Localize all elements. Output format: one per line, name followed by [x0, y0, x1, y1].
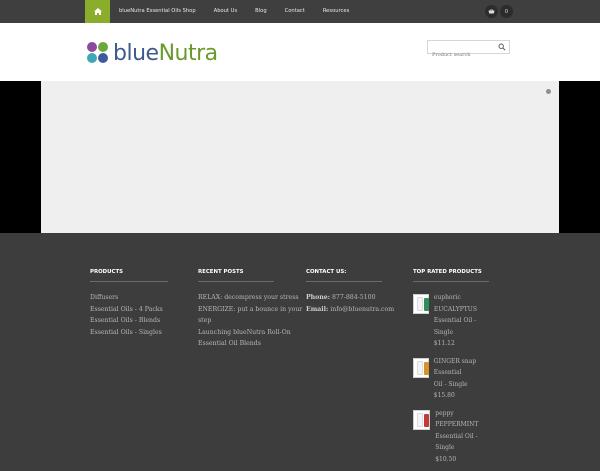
- nav-item-resources[interactable]: Resources: [314, 0, 359, 23]
- footer-top-rated-title: TOP RATED PRODUCTS: [413, 269, 489, 282]
- product-search[interactable]: [427, 40, 510, 61]
- bluenutra-logo[interactable]: blueNutra: [87, 40, 218, 66]
- top-rated-product[interactable]: peppy PEPPERMINT Essential Oil - Single …: [413, 408, 489, 466]
- product-name[interactable]: peppy PEPPERMINT: [435, 408, 489, 431]
- logo-mark-icon: [87, 41, 110, 65]
- contact-phone: Phone: 877-884-5100: [306, 294, 376, 301]
- footer-product-link[interactable]: Diffusers: [90, 292, 168, 304]
- contact-email[interactable]: Email: info@bluenutra.com: [306, 304, 394, 316]
- home-icon: [93, 8, 102, 15]
- product-price: $11.12: [433, 340, 455, 347]
- product-thumbnail[interactable]: [413, 409, 431, 430]
- recent-post-link[interactable]: ENERGIZE: put a bounce in your: [198, 304, 302, 316]
- footer-products-title: PRODUCTS: [90, 269, 168, 282]
- footer-contact: CONTACT US: Phone: 877-884-5100 Email: i…: [306, 269, 394, 316]
- product-name-line2[interactable]: Oil - Single: [434, 379, 489, 391]
- recent-post-link[interactable]: step: [198, 315, 274, 327]
- cart[interactable]: 0: [485, 5, 513, 18]
- main-nav: blueNutra Essential Oils Shop About Us B…: [85, 0, 358, 23]
- search-icon[interactable]: [498, 43, 506, 51]
- product-name[interactable]: GINGER snap Essential: [434, 356, 489, 379]
- product-price: $10.50: [435, 455, 457, 463]
- recent-post-link[interactable]: Essential Oil Blends: [198, 338, 274, 350]
- top-nav-bar: blueNutra Essential Oils Shop About Us B…: [0, 0, 600, 23]
- product-thumbnail[interactable]: [413, 357, 429, 378]
- search-input[interactable]: [428, 49, 498, 61]
- hero-slider: [41, 81, 559, 233]
- site-header: blueNutra: [0, 23, 600, 81]
- footer-products: PRODUCTS Diffusers Essential Oils - 4 Pa…: [90, 269, 168, 338]
- nav-item-about[interactable]: About Us: [205, 0, 247, 23]
- top-rated-product[interactable]: euphoric EUCALYPTUS Essential Oil - Sing…: [413, 292, 489, 350]
- logo-wordmark: blueNutra: [113, 40, 218, 66]
- top-rated-product[interactable]: GINGER snap Essential Oil - Single $15.8…: [413, 356, 489, 402]
- slider-pager-dot[interactable]: [546, 89, 551, 94]
- recent-post-link[interactable]: Launching blueNutra Roll-On: [198, 327, 291, 339]
- footer-product-link[interactable]: Essential Oils - Singles: [90, 327, 168, 339]
- hero-slider-container: [0, 81, 600, 233]
- recent-post-link[interactable]: RELAX: decompress your stress: [198, 292, 299, 304]
- nav-item-contact[interactable]: Contact: [276, 0, 314, 23]
- product-name-line2[interactable]: Essential Oil - Single: [434, 315, 489, 338]
- footer-contact-title: CONTACT US:: [306, 269, 382, 282]
- footer-recent-posts: RECENT POSTS RELAX: decompress your stre…: [198, 269, 302, 350]
- footer-recent-posts-title: RECENT POSTS: [198, 269, 274, 282]
- product-name[interactable]: euphoric EUCALYPTUS: [434, 292, 489, 315]
- footer-product-link[interactable]: Essential Oils - Blends: [90, 315, 168, 327]
- product-name-line2[interactable]: Essential Oil - Single: [435, 431, 489, 454]
- home-button[interactable]: [85, 0, 110, 23]
- cart-count-badge[interactable]: 0: [500, 5, 513, 18]
- product-thumbnail[interactable]: [413, 294, 429, 314]
- nav-item-shop[interactable]: blueNutra Essential Oils Shop: [110, 0, 205, 23]
- footer-product-link[interactable]: Essential Oils - 4 Packs: [90, 304, 168, 316]
- nav-item-blog[interactable]: Blog: [246, 0, 275, 23]
- site-footer: PRODUCTS Diffusers Essential Oils - 4 Pa…: [0, 233, 600, 463]
- footer-top-rated: TOP RATED PRODUCTS euphoric EUCALYPTUS E…: [413, 269, 489, 471]
- cart-icon[interactable]: [485, 5, 498, 18]
